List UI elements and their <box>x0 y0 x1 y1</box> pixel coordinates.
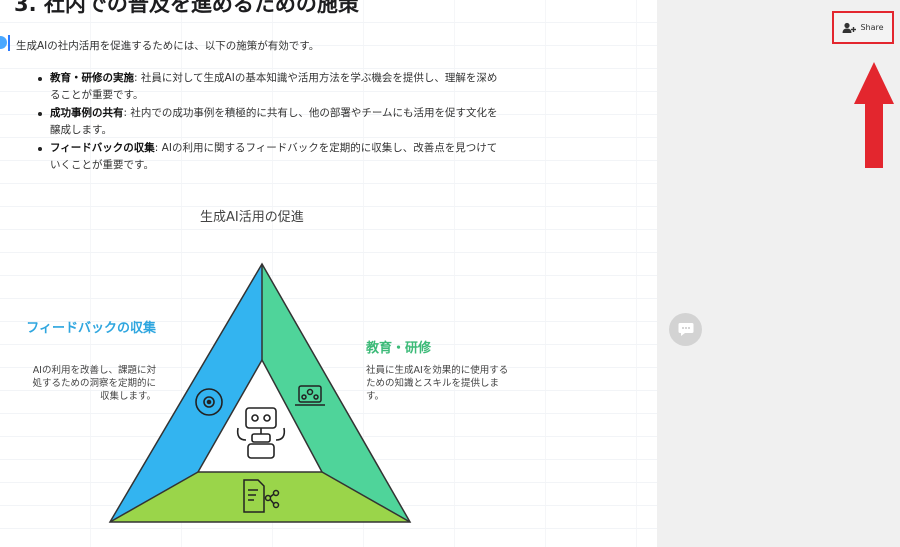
comment-button[interactable] <box>669 313 702 346</box>
training-title: 教育・研修 <box>366 341 432 356</box>
training-description: 社員に生成AIを効果的に使用するための知識とスキルを提供します。 <box>366 365 509 402</box>
share-label: Share <box>860 23 884 32</box>
feedback-description: AIの利用を改善し、課題に対処するための洞察を定期的に収集します。 <box>32 365 156 402</box>
diagram-title: 生成AI活用の促進 <box>200 210 304 225</box>
chat-icon <box>678 323 693 336</box>
add-person-icon <box>842 22 857 33</box>
bullet-label: 成功事例の共有 <box>50 107 124 119</box>
block-handle[interactable] <box>0 36 7 49</box>
bullet-label: 教育・研修の実施 <box>50 72 134 84</box>
bullet-list: 教育・研修の実施: 社員に対して生成AIの基本知識や活用方法を学ぶ機会を提供し、… <box>36 70 506 175</box>
list-item[interactable]: フィードバックの収集: AIの利用に関するフィードバックを定期的に収集し、改善点… <box>36 140 506 174</box>
red-up-arrow <box>854 62 894 168</box>
intro-paragraph[interactable]: 生成AIの社内活用を促進するためには、以下の施策が有効です。 <box>16 38 319 53</box>
document-canvas: 3. 社内での普及を進めるための施策 生成AIの社内活用を促進するためには、以下… <box>0 0 657 547</box>
list-item[interactable]: 成功事例の共有: 社内での成功事例を積極的に共有し、他の部署やチームにも活用を促… <box>36 105 506 139</box>
feedback-title: フィードバックの収集 <box>26 321 156 336</box>
section-heading: 3. 社内での普及を進めるための施策 <box>14 0 359 16</box>
text-caret <box>8 35 10 51</box>
list-item[interactable]: 教育・研修の実施: 社員に対して生成AIの基本知識や活用方法を学ぶ機会を提供し、… <box>36 70 506 104</box>
bullet-label: フィードバックの収集 <box>50 142 155 154</box>
share-button[interactable]: Share <box>832 11 894 44</box>
